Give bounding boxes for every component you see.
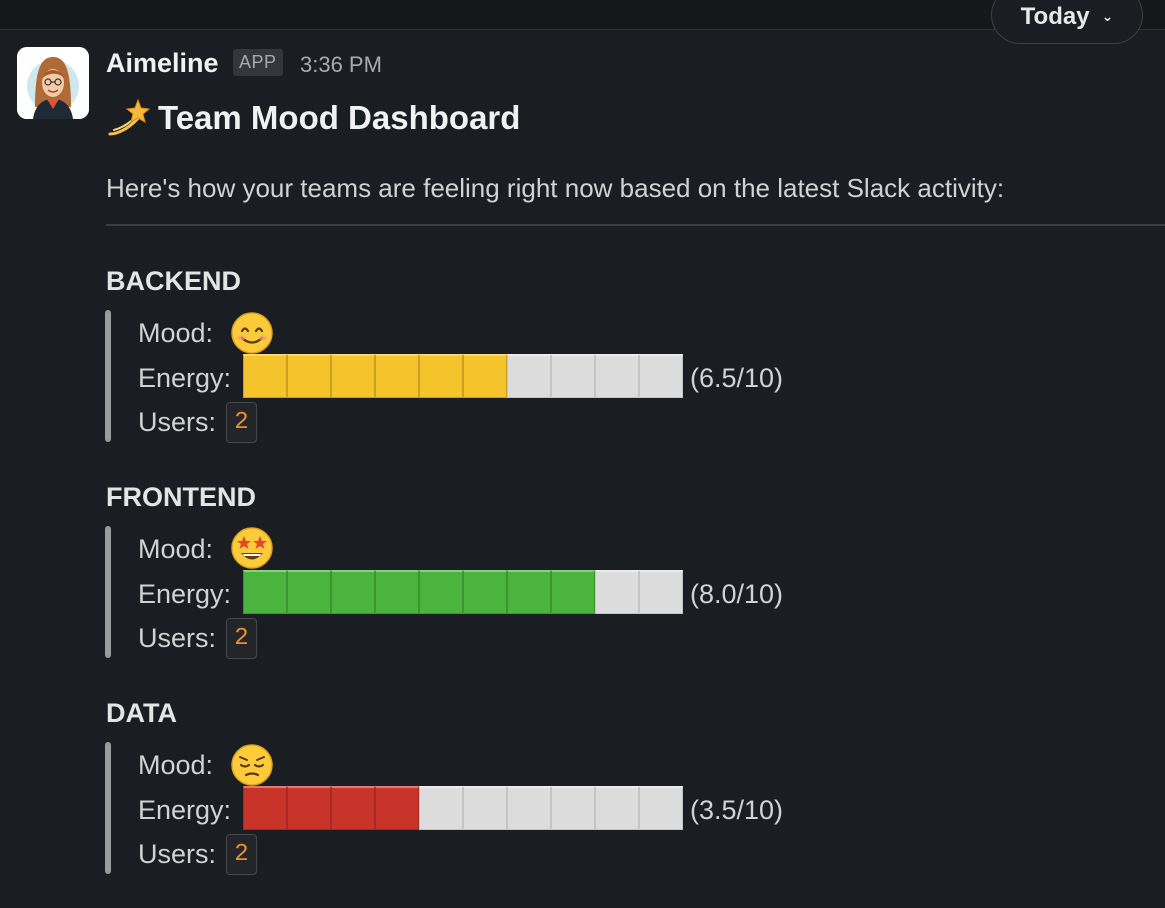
quote-bar xyxy=(105,310,111,442)
date-label: Today xyxy=(1020,3,1090,30)
smiling-face-icon xyxy=(231,312,273,354)
message-timestamp[interactable]: 3:36 PM xyxy=(300,51,382,79)
energy-segment-filled xyxy=(243,570,287,614)
woman-avatar-icon xyxy=(17,47,89,119)
energy-segment-empty xyxy=(595,786,639,830)
energy-segment-filled xyxy=(419,354,463,398)
energy-segment-filled xyxy=(551,570,595,614)
energy-label: Energy: xyxy=(138,795,232,825)
users-label: Users: xyxy=(138,623,217,653)
users-count: 2 xyxy=(226,834,257,875)
energy-segment-filled xyxy=(243,786,287,830)
energy-segment-empty xyxy=(463,786,507,830)
date-divider-line xyxy=(0,29,1165,30)
team-name-data: DATA xyxy=(106,698,177,728)
dashboard-title-text: Team Mood Dashboard xyxy=(158,99,521,136)
section-divider xyxy=(106,224,1165,226)
energy-segment-empty xyxy=(419,786,463,830)
energy-segment-empty xyxy=(639,786,683,830)
energy-segment-empty xyxy=(507,786,551,830)
energy-segment-filled xyxy=(375,570,419,614)
energy-segment-filled xyxy=(463,570,507,614)
energy-segment-filled xyxy=(287,786,331,830)
mood-label: Mood: xyxy=(138,750,214,780)
energy-segment-filled xyxy=(331,354,375,398)
energy-bar xyxy=(243,354,683,398)
sender-name[interactable]: Aimeline xyxy=(106,45,219,81)
energy-segment-filled xyxy=(331,570,375,614)
energy-segment-filled xyxy=(419,570,463,614)
team-name-backend: BACKEND xyxy=(106,266,241,296)
energy-segment-empty xyxy=(595,354,639,398)
energy-segment-empty xyxy=(595,570,639,614)
intro-text: Here's how your teams are feeling right … xyxy=(106,173,1005,203)
team-name-frontend: FRONTEND xyxy=(106,482,256,512)
quote-bar xyxy=(105,742,111,874)
energy-segment-filled xyxy=(287,570,331,614)
energy-score: (3.5/10) xyxy=(690,795,784,825)
users-label: Users: xyxy=(138,407,217,437)
date-jump-button[interactable]: Today ⌄ xyxy=(991,0,1143,44)
energy-segment-empty xyxy=(639,570,683,614)
pensive-face-icon xyxy=(231,744,273,786)
dizzy-star-icon xyxy=(108,98,150,136)
users-count: 2 xyxy=(226,402,257,443)
app-badge: APP xyxy=(233,49,283,76)
energy-score: (8.0/10) xyxy=(690,579,784,609)
energy-segment-filled xyxy=(375,354,419,398)
energy-segment-empty xyxy=(639,354,683,398)
energy-segment-empty xyxy=(507,354,551,398)
mood-label: Mood: xyxy=(138,534,214,564)
energy-segment-filled xyxy=(287,354,331,398)
energy-segment-filled xyxy=(331,786,375,830)
energy-segment-filled xyxy=(375,786,419,830)
star-struck-icon xyxy=(231,527,273,569)
dashboard-title: Team Mood Dashboard xyxy=(106,97,520,139)
energy-bar xyxy=(243,570,683,614)
chevron-down-icon: ⌄ xyxy=(1101,8,1114,24)
energy-segment-filled xyxy=(507,570,551,614)
energy-score: (6.5/10) xyxy=(690,363,784,393)
quote-bar xyxy=(105,526,111,658)
energy-segment-empty xyxy=(551,786,595,830)
mood-label: Mood: xyxy=(138,318,214,348)
energy-segment-filled xyxy=(243,354,287,398)
users-label: Users: xyxy=(138,839,217,869)
users-count: 2 xyxy=(226,618,257,659)
energy-segment-filled xyxy=(463,354,507,398)
energy-segment-empty xyxy=(551,354,595,398)
avatar[interactable] xyxy=(17,47,89,119)
energy-label: Energy: xyxy=(138,363,232,393)
energy-bar xyxy=(243,786,683,830)
energy-label: Energy: xyxy=(138,579,232,609)
